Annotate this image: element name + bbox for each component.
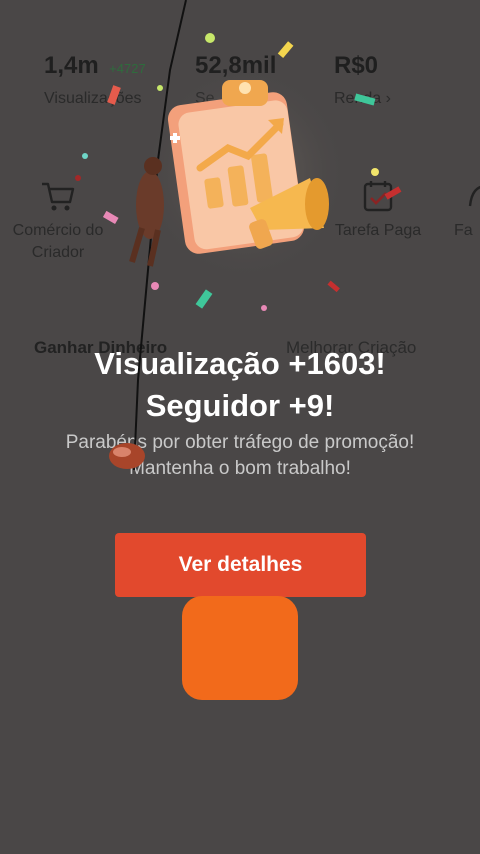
modal-description: Parabéns por obter tráfego de promoção! … xyxy=(65,432,415,479)
orange-block[interactable] xyxy=(182,596,298,700)
modal-title-views: Visualização +1603! xyxy=(94,346,386,381)
clipboard-chart-megaphone-icon xyxy=(140,63,350,283)
reward-modal: Visualização +1603! Seguidor +9! Parabén… xyxy=(0,0,480,854)
view-details-button[interactable]: Ver detalhes xyxy=(115,533,366,597)
modal-title-followers: Seguidor +9! xyxy=(145,388,335,423)
